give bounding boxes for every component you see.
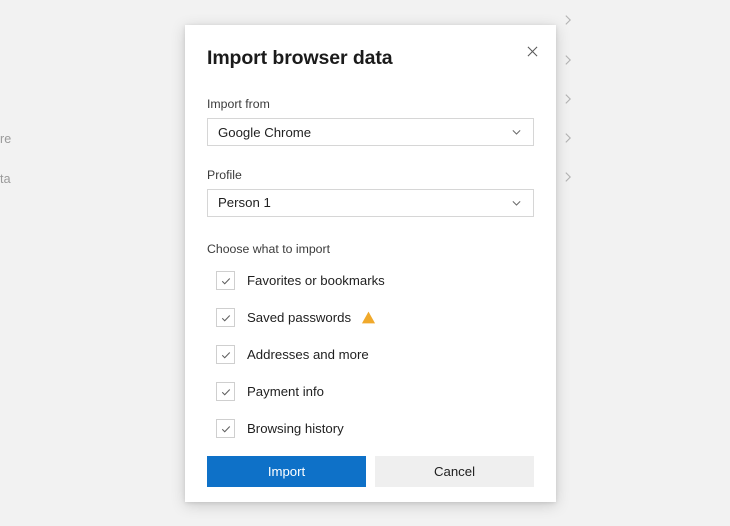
checkbox-favorites-or-bookmarks[interactable]	[216, 271, 235, 291]
list-item[interactable]: Favorites or bookmarks	[207, 271, 534, 291]
list-item-label: Payment info	[247, 384, 324, 400]
background-text-fragment-2: ta	[0, 172, 11, 186]
list-item-label: Favorites or bookmarks	[247, 273, 385, 289]
import-browser-data-dialog: Import browser data Import from Google C…	[185, 25, 556, 502]
list-item-label: Browsing history	[247, 421, 344, 437]
chevron-down-icon	[510, 196, 523, 209]
import-from-label: Import from	[207, 97, 270, 112]
checkbox-payment-info[interactable]	[216, 382, 235, 402]
chevron-right-icon[interactable]	[561, 53, 575, 67]
dialog-body: Import browser data Import from Google C…	[185, 25, 556, 487]
list-item[interactable]: Browsing history	[207, 419, 534, 439]
page-title: Import browser data	[207, 47, 393, 69]
chevron-right-icon[interactable]	[561, 131, 575, 145]
close-icon[interactable]	[516, 35, 548, 67]
import-from-select[interactable]: Google Chrome	[207, 118, 534, 147]
import-from-value: Google Chrome	[218, 124, 312, 140]
chevron-right-icon[interactable]	[561, 92, 575, 106]
background-text-fragment-1: re	[0, 132, 12, 146]
list-item-label: Addresses and more	[247, 347, 369, 363]
checkbox-saved-passwords[interactable]	[216, 308, 235, 328]
profile-label: Profile	[207, 168, 242, 183]
dialog-actions: Import Cancel	[207, 455, 534, 487]
chevron-down-icon	[510, 126, 523, 139]
import-options-list: Favorites or bookmarks Saved passwords A…	[207, 271, 534, 439]
warning-triangle-icon	[361, 310, 376, 325]
cancel-button[interactable]: Cancel	[375, 455, 534, 487]
import-button[interactable]: Import	[207, 455, 366, 487]
chevron-right-icon[interactable]	[561, 170, 575, 184]
chevron-right-icon[interactable]	[561, 13, 575, 27]
list-item-label: Saved passwords	[247, 310, 352, 326]
profile-value: Person 1	[218, 195, 271, 211]
profile-select[interactable]: Person 1	[207, 188, 534, 217]
list-item[interactable]: Payment info	[207, 382, 534, 402]
checkbox-addresses-and-more[interactable]	[216, 345, 235, 365]
list-item[interactable]: Addresses and more	[207, 345, 534, 365]
screen: re ta Import browser data Import from Go…	[0, 0, 730, 526]
list-item[interactable]: Saved passwords	[207, 308, 534, 328]
choose-what-to-import-label: Choose what to import	[207, 241, 331, 256]
checkbox-browsing-history[interactable]	[216, 419, 235, 439]
